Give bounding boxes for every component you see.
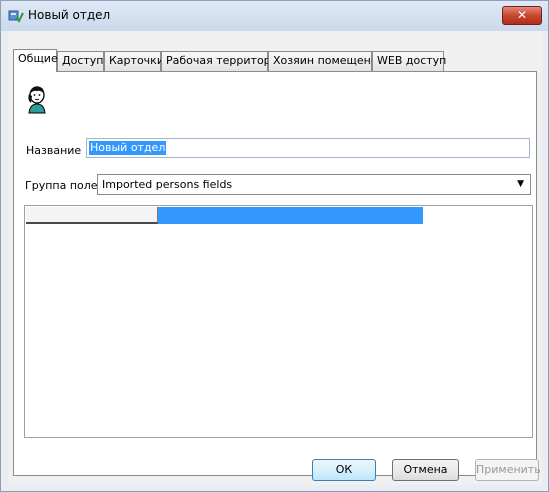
fields-grid[interactable] bbox=[24, 205, 533, 438]
close-icon: ✕ bbox=[516, 8, 528, 22]
name-input-value: Новый отдел bbox=[89, 141, 167, 155]
name-input[interactable]: Новый отдел bbox=[86, 138, 530, 158]
general-tab-panel: Название Новый отдел Группа полей Import… bbox=[13, 71, 537, 476]
title-bar[interactable]: Новый отдел ✕ bbox=[1, 1, 548, 31]
tab-access[interactable]: Доступ bbox=[57, 51, 104, 71]
tab-label: Общие bbox=[18, 52, 58, 65]
apply-button-label: Применить bbox=[476, 463, 541, 476]
grid-cell[interactable] bbox=[26, 207, 158, 224]
ok-button-label: ОК bbox=[335, 463, 353, 476]
tab-label: Рабочая территория bbox=[166, 54, 285, 67]
department-app-icon bbox=[8, 10, 24, 23]
tab-label: WEB доступ bbox=[377, 54, 447, 67]
dialog-client-area: Общие Доступ Карточки Рабочая территория… bbox=[8, 31, 542, 485]
tab-web-access[interactable]: WEB доступ bbox=[372, 51, 447, 71]
field-group-select[interactable]: Imported persons fields ▼ bbox=[97, 174, 531, 195]
field-group-value: Imported persons fields bbox=[102, 178, 233, 191]
ok-button[interactable]: ОК bbox=[312, 459, 376, 481]
tab-cards[interactable]: Карточки bbox=[104, 51, 164, 71]
field-group-label: Группа полей bbox=[25, 179, 105, 192]
tab-label: Хозяин помещения bbox=[273, 54, 385, 67]
window-title: Новый отдел bbox=[28, 8, 111, 22]
person-icon bbox=[28, 86, 46, 114]
grid-selected-cell[interactable] bbox=[158, 207, 423, 224]
chevron-down-icon: ▼ bbox=[517, 179, 524, 189]
tab-label: Карточки bbox=[109, 54, 164, 67]
name-label: Название bbox=[26, 144, 82, 157]
tab-room-owner[interactable]: Хозяин помещения bbox=[268, 51, 385, 71]
tab-label: Доступ bbox=[62, 54, 104, 67]
tab-general[interactable]: Общие bbox=[13, 49, 58, 72]
cancel-button[interactable]: Отмена bbox=[392, 459, 459, 481]
cancel-button-label: Отмена bbox=[403, 463, 448, 476]
apply-button[interactable]: Применить bbox=[475, 459, 541, 481]
close-button[interactable]: ✕ bbox=[502, 6, 542, 25]
dialog-window: Новый отдел ✕ Общие Доступ Карточки Рабо… bbox=[0, 0, 549, 492]
tab-work-territory[interactable]: Рабочая территория bbox=[161, 51, 284, 71]
